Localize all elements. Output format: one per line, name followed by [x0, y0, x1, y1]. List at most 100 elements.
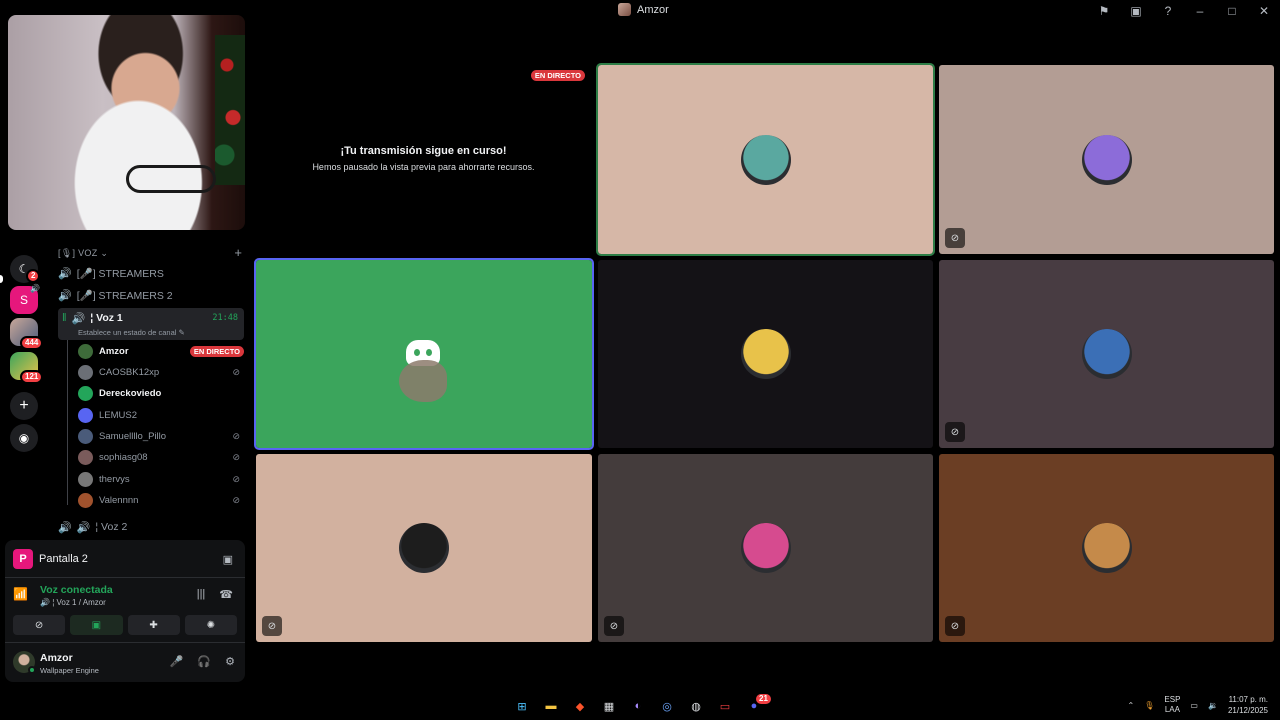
avatar-decoration	[399, 360, 447, 402]
speaker-icon: 🔊	[58, 267, 72, 280]
language-indicator[interactable]: ESP LAA	[1164, 695, 1180, 715]
discover-icon[interactable]: ◉	[10, 424, 38, 452]
channel-status[interactable]: Establece un estado de canal ✎	[78, 328, 185, 337]
noise-suppression-icon[interactable]: |||	[197, 588, 206, 601]
voice-channel-voz-1[interactable]: ‖ 🔊 ¦ Voz 1 21:48 Establece un estado de…	[58, 308, 244, 340]
discord-taskbar-icon[interactable]: ● 21	[744, 692, 773, 716]
microphone-in-use-icon[interactable]: 🎙	[1144, 701, 1154, 710]
voice-tools: ||| ☎	[197, 588, 233, 601]
live-badge: EN DIRECTO	[530, 70, 585, 81]
user-avatar	[78, 428, 93, 444]
server-folder-2-icon[interactable]: 121	[10, 352, 44, 384]
camera-off-button[interactable]: ⊘	[13, 615, 66, 635]
add-channel-icon[interactable]: +	[234, 245, 242, 260]
participant-avatar	[399, 523, 449, 573]
voice-channel-streamers-2[interactable]: 🔊 [🎤] STREAMERS 2	[58, 285, 244, 305]
minimize-icon[interactable]: –	[1184, 0, 1216, 22]
activities-button[interactable]: ✚	[127, 615, 180, 635]
server-badge: 2	[26, 269, 41, 283]
participant-tile[interactable]	[596, 63, 935, 256]
account-row[interactable]: Amzor Wallpaper Engine 🎤 🎧 ⚙	[11, 648, 239, 676]
steam-icon[interactable]: ◍	[686, 696, 706, 716]
disconnect-icon[interactable]: ☎	[219, 588, 233, 601]
stop-stream-icon[interactable]: ▣	[223, 553, 233, 566]
user-name: LEMUS2	[99, 409, 138, 421]
account-tools: 🎤 🎧 ⚙	[170, 655, 235, 668]
language-top: ESP	[1164, 695, 1181, 704]
maximize-icon[interactable]: □	[1216, 0, 1248, 22]
deafened-icon: ⊘	[232, 494, 240, 505]
volume-icon[interactable]: 🔉	[1208, 701, 1218, 710]
participant-avatar	[740, 523, 791, 573]
webcam-preview[interactable]	[8, 15, 245, 230]
voice-activity-icon: ‖	[62, 312, 67, 324]
user-avatar	[78, 492, 93, 508]
close-icon[interactable]: ✕	[1248, 0, 1280, 22]
help-icon[interactable]: ?	[1152, 0, 1184, 22]
settings-gear-icon[interactable]: ⚙	[225, 655, 235, 668]
system-tray: ⌃ 🎙 ESP LAA ▭ 🔉 11:07 p. m. 21/12/2025	[1128, 694, 1268, 716]
channel-name: ¦ Voz 2	[95, 521, 128, 533]
window-title: Amzor	[618, 3, 669, 16]
clock-date: 21/12/2025	[1227, 706, 1268, 715]
store-icon[interactable]: ▦	[599, 696, 619, 716]
soundboard-button[interactable]: ✺	[184, 615, 237, 635]
participant-tile[interactable]: ⊘	[939, 65, 1274, 254]
voice-user[interactable]: thervys ⊘	[78, 469, 244, 489]
participant-tile[interactable]: ⊘	[256, 454, 592, 642]
mic-muted-icon: ⊘	[945, 422, 965, 442]
screen-share-button[interactable]: ▣	[70, 615, 123, 635]
clock[interactable]: 11:07 p. m. 21/12/2025	[1228, 694, 1268, 716]
channel-name: [🎤] STREAMERS	[76, 267, 164, 280]
voice-user[interactable]: CAOSBK12xp ⊘	[78, 362, 244, 382]
window-tools: ⚑ ▣ ? – □ ✕	[1088, 0, 1280, 22]
file-explorer-icon[interactable]: ▬	[541, 696, 561, 716]
participant-tile-discord[interactable]	[254, 258, 594, 450]
server-s-icon[interactable]: S 🔊	[10, 284, 40, 314]
participant-tile[interactable]: ⊘	[939, 260, 1274, 448]
voice-user[interactable]: Dereckoviedo	[78, 383, 244, 403]
user-name: Amzor	[99, 345, 129, 357]
voice-channel-path[interactable]: 🔊 ¦ Voz 1 / Amzor	[40, 598, 106, 607]
tree-line	[67, 340, 68, 505]
chevron-up-icon[interactable]: ⌃	[1128, 701, 1135, 710]
voice-user[interactable]: sophiasg08 ⊘	[78, 447, 244, 467]
participant-tile[interactable]	[598, 260, 933, 448]
participant-tile[interactable]: ⊘	[939, 454, 1274, 642]
brave-browser-icon[interactable]: ◆	[570, 696, 590, 716]
add-server-icon[interactable]: +	[10, 392, 38, 420]
speaker-icon: 🔊	[71, 313, 86, 325]
windows-start-icon[interactable]: ⊞	[512, 696, 532, 716]
category-voz[interactable]: [🎙] VOZ ⌄	[58, 248, 108, 259]
app-icon[interactable]: ◎	[657, 696, 677, 716]
participant-tile[interactable]: ⊘	[598, 454, 933, 642]
user-name: CAOSBK12xp	[99, 366, 160, 378]
voice-user[interactable]: Amzor EN DIRECTO	[78, 341, 244, 361]
taskbar: ⊞ ▬ ◆ ▦ ◐ ◎ ◍ ▭ ● 21 ⌃ 🎙 ESP LAA ▭ 🔉 11:…	[0, 692, 1280, 720]
stream-paused-tile[interactable]: EN DIRECTO ¡Tu transmisión sigue en curs…	[256, 22, 591, 252]
voice-user[interactable]: Valennnn ⊘	[78, 490, 244, 510]
microphone-icon[interactable]: 🎤	[170, 655, 184, 668]
glasses-shape	[126, 165, 216, 193]
gamepad-icon[interactable]: ◐	[628, 696, 648, 716]
channel-status-text: Establece un estado de canal	[78, 328, 177, 337]
folder-badge: 444	[20, 336, 44, 350]
inbox-icon[interactable]: ▣	[1120, 0, 1152, 22]
server-rail: ☾ 2 S 🔊 444 121 + ◉	[0, 230, 50, 540]
headphones-icon[interactable]: 🎧	[197, 655, 211, 668]
user-name: Valennnn	[99, 494, 139, 506]
server-icon[interactable]: ☾ 2	[10, 255, 41, 283]
signal-icon[interactable]: 📶	[13, 587, 28, 601]
voice-user[interactable]: Samuellllo_Pillo ⊘	[78, 426, 244, 446]
flag-icon[interactable]: ⚑	[1088, 0, 1120, 22]
video-editor-icon[interactable]: ▭	[715, 696, 735, 716]
voice-user[interactable]: LEMUS2	[78, 405, 244, 425]
deafened-icon: ⊘	[232, 473, 240, 484]
server-folder-icon[interactable]: 444	[10, 318, 44, 350]
voice-channel-streamers[interactable]: 🔊 [🎤] STREAMERS	[58, 263, 244, 283]
network-icon[interactable]: ▭	[1190, 701, 1198, 710]
user-avatar	[78, 449, 93, 465]
deafened-icon: ⊘	[232, 451, 240, 462]
voice-channel-voz-2[interactable]: 🔊 🔊 ¦ Voz 2	[58, 517, 244, 537]
unread-pip	[0, 275, 3, 283]
